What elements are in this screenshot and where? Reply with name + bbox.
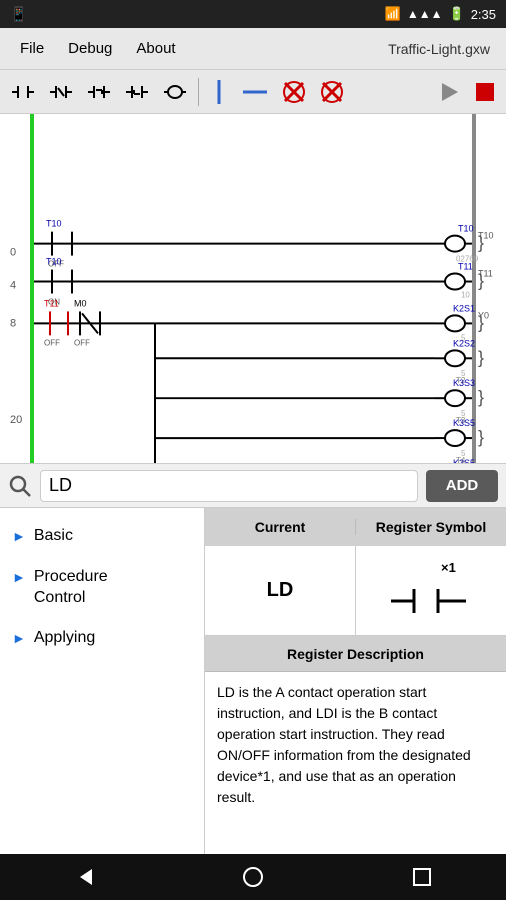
basic-arrow: ► <box>12 528 26 544</box>
svg-text:T11: T11 <box>458 262 473 272</box>
svg-text:}: } <box>478 347 484 367</box>
current-value-cell: LD <box>205 546 356 635</box>
search-input[interactable]: LD <box>40 470 418 502</box>
svg-text:K3S5: K3S5 <box>453 418 475 428</box>
sim-icon: 📱 <box>10 6 27 23</box>
signal-bars: ▲▲▲ <box>407 7 443 21</box>
svg-text:T10: T10 <box>46 219 61 229</box>
svg-text:K3S3: K3S3 <box>453 378 475 388</box>
nav-item-applying[interactable]: ► Applying <box>0 618 204 659</box>
svg-text:T11: T11 <box>478 269 493 279</box>
svg-text:K3S5: K3S5 <box>453 458 475 463</box>
contact-no-btn[interactable] <box>6 76 40 108</box>
android-nav-bar <box>0 854 506 900</box>
symbol-cell: ×1 <box>356 546 506 635</box>
run-btn[interactable] <box>432 76 466 108</box>
ladder-diagram[interactable]: 0 4 8 20 40 T10 OFF T10 02769 } T10 ON T… <box>0 114 506 464</box>
register-row: LD ×1 <box>205 546 506 636</box>
contact-nc-btn[interactable] <box>44 76 78 108</box>
procedure-label: ProcedureControl <box>34 567 108 609</box>
procedure-arrow: ► <box>12 569 26 585</box>
svg-text:T10: T10 <box>46 257 61 267</box>
contact-neg-btn[interactable] <box>120 76 154 108</box>
delete-x-btn[interactable] <box>277 76 311 108</box>
register-header: Current Register Symbol <box>205 508 506 546</box>
applying-arrow: ► <box>12 630 26 646</box>
left-nav: ► Basic ► ProcedureControl ► Applying <box>0 508 205 898</box>
file-title: Traffic-Light.gxw <box>388 41 498 57</box>
menu-bar: File Debug About Traffic-Light.gxw <box>0 28 506 70</box>
svg-text:T10: T10 <box>478 231 493 241</box>
back-button[interactable] <box>64 857 104 897</box>
current-col-header: Current <box>205 519 356 535</box>
nav-item-procedure-control[interactable]: ► ProcedureControl <box>0 557 204 619</box>
menu-debug[interactable]: Debug <box>56 36 124 61</box>
ld-symbol-svg: ×1 <box>386 556 476 626</box>
contact-pos-btn[interactable] <box>82 76 116 108</box>
svg-text:OFF: OFF <box>74 338 90 347</box>
wifi-icon: 📶 <box>385 6 401 22</box>
svg-text:20: 20 <box>10 414 22 426</box>
battery-icon: 🔋 <box>449 6 465 22</box>
horizontal-line-btn[interactable] <box>237 76 273 108</box>
recent-button[interactable] <box>402 857 442 897</box>
vertical-line-btn[interactable] <box>205 76 233 108</box>
add-button[interactable]: ADD <box>426 470 498 502</box>
symbol-col-header: Register Symbol <box>356 519 506 535</box>
svg-text:}: } <box>478 427 484 447</box>
nav-item-basic[interactable]: ► Basic <box>0 516 204 557</box>
coil-btn[interactable] <box>158 76 192 108</box>
stop-btn[interactable] <box>470 76 500 108</box>
menu-file[interactable]: File <box>8 36 56 61</box>
svg-text:T11: T11 <box>44 298 59 308</box>
basic-label: Basic <box>34 526 73 547</box>
svg-text:K2S2: K2S2 <box>453 338 475 348</box>
right-panel: Current Register Symbol LD ×1 Register D… <box>205 508 506 898</box>
bottom-panel: ► Basic ► ProcedureControl ► Applying Cu… <box>0 508 506 898</box>
svg-text:K2S1: K2S1 <box>453 303 475 313</box>
register-description-header: Register Description <box>205 636 506 672</box>
toolbar <box>0 70 506 114</box>
svg-text:}: } <box>478 387 484 407</box>
svg-text:×1: ×1 <box>441 560 456 575</box>
status-right: 📶 ▲▲▲ 🔋 2:35 <box>385 6 496 22</box>
svg-text:OFF: OFF <box>44 338 60 347</box>
status-left: 📱 <box>10 6 27 23</box>
menu-about[interactable]: About <box>124 36 187 61</box>
search-bar: LD ADD <box>0 464 506 508</box>
time-display: 2:35 <box>471 7 496 22</box>
home-button[interactable] <box>233 857 273 897</box>
toolbar-sep-1 <box>198 78 199 106</box>
svg-text:8: 8 <box>10 317 16 329</box>
delete-x2-btn[interactable] <box>315 76 349 108</box>
svg-text:M0: M0 <box>74 298 86 308</box>
svg-text:0: 0 <box>10 247 16 259</box>
search-icon <box>8 474 32 498</box>
status-bar: 📱 📶 ▲▲▲ 🔋 2:35 <box>0 0 506 28</box>
svg-text:T10: T10 <box>458 224 473 234</box>
svg-text:Y0: Y0 <box>478 310 489 320</box>
applying-label: Applying <box>34 628 95 649</box>
svg-text:4: 4 <box>10 280 16 292</box>
svg-text:10: 10 <box>461 290 470 299</box>
